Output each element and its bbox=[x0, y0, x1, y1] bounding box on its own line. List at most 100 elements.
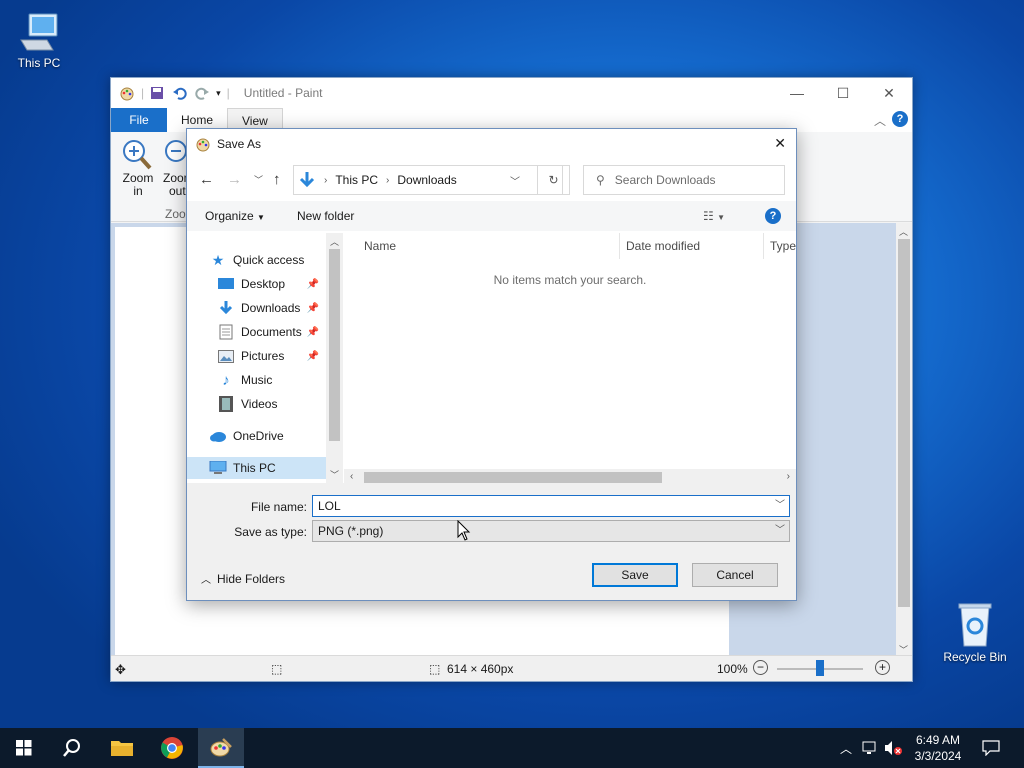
zoom-in-small-button[interactable]: + bbox=[875, 660, 890, 675]
hide-folders-button[interactable]: ︿ Hide Folders bbox=[201, 571, 285, 586]
pin-icon: 📌 bbox=[306, 350, 319, 362]
file-name-label: File name: bbox=[250, 500, 307, 514]
tab-file[interactable]: File bbox=[111, 108, 167, 132]
nav-quick-access[interactable]: ★ Quick access bbox=[209, 249, 305, 271]
save-as-type-value: PNG (*.png) bbox=[318, 524, 384, 538]
paint-title-bar: | ▾ | Untitled - Paint — ☐ ✕ bbox=[111, 78, 912, 108]
zoom-level: 100% bbox=[717, 662, 748, 676]
customize-quick-access-icon[interactable]: ▾ bbox=[216, 88, 221, 99]
recent-locations-icon[interactable]: ﹀ bbox=[254, 173, 263, 186]
file-explorer-button[interactable] bbox=[98, 728, 146, 768]
canvas-size: 614 × 460px bbox=[447, 662, 514, 676]
taskbar: ︿ 6:49 AM 3/3/2024 bbox=[0, 728, 1024, 768]
nav-videos[interactable]: Videos bbox=[217, 393, 277, 415]
redo-icon[interactable] bbox=[194, 86, 210, 100]
windows-logo-icon bbox=[16, 740, 32, 756]
pin-icon: 📌 bbox=[306, 278, 319, 290]
navigation-pane: ★ Quick access Desktop 📌 Downloads 📌 Docum… bbox=[187, 233, 342, 483]
search-box[interactable]: ⚲ Search Downloads bbox=[583, 165, 785, 195]
zoom-in-button[interactable]: Zoom in bbox=[121, 138, 155, 198]
move-icon: ✥ bbox=[115, 662, 126, 677]
nav-desktop[interactable]: Desktop 📌 bbox=[217, 273, 325, 295]
column-header-name[interactable]: Name bbox=[344, 233, 620, 259]
chrome-button[interactable] bbox=[148, 728, 196, 768]
up-arrow-icon[interactable]: ↑ bbox=[273, 171, 281, 188]
music-icon: ♪ bbox=[222, 371, 230, 389]
paint-app-icon bbox=[196, 138, 210, 152]
address-dropdown-icon[interactable]: ﹀ bbox=[510, 173, 520, 188]
start-button[interactable] bbox=[0, 728, 48, 768]
column-header-type[interactable]: Type bbox=[764, 233, 804, 259]
nav-pictures[interactable]: Pictures 📌 bbox=[217, 345, 325, 367]
save-as-dialog: Save As ✕ ← → ﹀ ↑ › This PC › Downloads … bbox=[186, 128, 797, 601]
maximize-button[interactable]: ☐ bbox=[820, 78, 866, 108]
dialog-close-button[interactable]: ✕ bbox=[774, 135, 786, 152]
empty-message: No items match your search. bbox=[493, 273, 647, 287]
search-placeholder: Search Downloads bbox=[614, 173, 716, 187]
file-name-input[interactable]: LOL ﹀ bbox=[312, 495, 790, 517]
desktop-icon-recycle-bin[interactable]: Recycle Bin bbox=[940, 600, 1010, 664]
column-header-date-modified[interactable]: Date modified bbox=[620, 233, 764, 259]
breadcrumb-downloads[interactable]: Downloads bbox=[397, 173, 456, 187]
file-name-dropdown-icon[interactable]: ﹀ bbox=[775, 496, 785, 516]
cancel-button[interactable]: Cancel bbox=[692, 563, 778, 587]
dialog-footer: File name: LOL ﹀ Save as type: PNG (*.pn… bbox=[187, 483, 796, 600]
view-options-button[interactable]: ☷ ▼ bbox=[703, 209, 725, 223]
help-icon[interactable]: ? bbox=[892, 111, 908, 127]
address-bar[interactable]: › This PC › Downloads ﹀ bbox=[293, 165, 563, 195]
selection-icon: ⬚ bbox=[271, 662, 283, 676]
undo-icon[interactable] bbox=[172, 86, 188, 100]
pictures-icon bbox=[217, 348, 235, 364]
nav-downloads[interactable]: Downloads 📌 bbox=[217, 297, 325, 319]
organize-button[interactable]: Organize ▼ bbox=[205, 209, 265, 223]
desktop-icon-label: Recycle Bin bbox=[943, 650, 1007, 664]
zoom-slider-thumb[interactable] bbox=[816, 660, 824, 676]
videos-icon bbox=[217, 396, 235, 412]
computer-icon bbox=[209, 460, 227, 476]
zoom-slider[interactable] bbox=[777, 660, 863, 676]
nav-music[interactable]: ♪ Music bbox=[217, 369, 272, 391]
mouse-cursor-icon bbox=[457, 520, 471, 541]
collapse-ribbon-icon[interactable]: ︿ bbox=[874, 112, 886, 129]
search-button[interactable] bbox=[48, 728, 96, 768]
refresh-button[interactable]: ↻ bbox=[537, 165, 570, 195]
zoom-out-small-button[interactable]: − bbox=[753, 660, 768, 675]
downloads-icon bbox=[299, 172, 315, 188]
save-icon[interactable] bbox=[150, 86, 164, 100]
save-as-type-select[interactable]: PNG (*.png) ﹀ bbox=[312, 520, 790, 542]
desktop-icon-this-pc[interactable]: This PC bbox=[4, 10, 74, 70]
paint-taskbar-button[interactable] bbox=[198, 728, 244, 768]
dialog-title: Save As bbox=[217, 137, 262, 151]
minimize-button[interactable]: — bbox=[774, 78, 820, 108]
nav-documents[interactable]: Documents 📌 bbox=[217, 321, 325, 343]
clock[interactable]: 6:49 AM 3/3/2024 bbox=[910, 732, 966, 764]
close-button[interactable]: ✕ bbox=[866, 78, 912, 108]
downloads-icon bbox=[217, 300, 235, 316]
chrome-icon bbox=[161, 737, 183, 759]
volume-muted-icon[interactable] bbox=[884, 740, 904, 756]
nav-this-pc[interactable]: This PC bbox=[187, 457, 326, 479]
desktop-icon-label: This PC bbox=[17, 56, 61, 70]
search-icon bbox=[63, 739, 80, 757]
save-as-type-dropdown-icon[interactable]: ﹀ bbox=[775, 521, 785, 541]
command-bar: Organize ▼ New folder ☷ ▼ ? bbox=[187, 201, 796, 231]
paint-app-icon bbox=[120, 87, 134, 101]
show-hidden-icons-button[interactable]: ︿ bbox=[840, 740, 852, 757]
nav-onedrive[interactable]: OneDrive bbox=[209, 425, 284, 447]
navigation-bar: ← → ﹀ ↑ › This PC › Downloads ﹀ ↻ ⚲ Sear… bbox=[187, 165, 796, 197]
documents-icon bbox=[217, 324, 235, 340]
network-icon[interactable] bbox=[862, 740, 880, 756]
forward-arrow-icon[interactable]: → bbox=[227, 171, 242, 188]
clock-date: 3/3/2024 bbox=[914, 749, 962, 763]
save-button[interactable]: Save bbox=[592, 563, 678, 587]
nav-pane-scrollbar[interactable]: ︿ ﹀ bbox=[326, 233, 343, 483]
status-bar: ✥ ⬚ ⬚ 614 × 460px 100% − + bbox=[111, 655, 912, 681]
new-folder-button[interactable]: New folder bbox=[297, 209, 354, 223]
folder-icon bbox=[111, 741, 133, 756]
back-arrow-icon[interactable]: ← bbox=[199, 171, 214, 188]
vertical-scrollbar[interactable]: ︿ ﹀ bbox=[896, 223, 912, 658]
help-icon[interactable]: ? bbox=[765, 208, 781, 224]
notifications-icon[interactable] bbox=[982, 740, 1000, 756]
breadcrumb-this-pc[interactable]: This PC bbox=[335, 173, 378, 187]
star-icon: ★ bbox=[211, 251, 225, 268]
